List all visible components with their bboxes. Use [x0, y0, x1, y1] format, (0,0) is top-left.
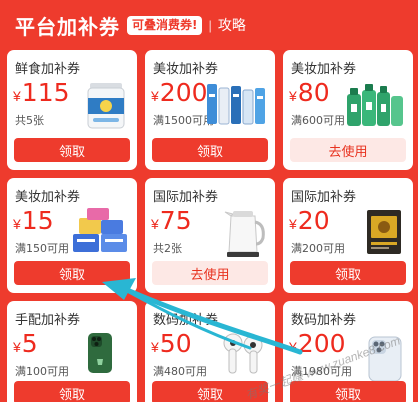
detergent-bottles-icon	[347, 84, 403, 126]
coupon-card: 美妆加补券 ¥ 80 满600可用 去使用	[283, 50, 413, 170]
guide-link[interactable]: 攻略	[218, 15, 246, 35]
coupon-condition: 满150可用	[15, 242, 69, 255]
coupon-title: 美妆加补券	[15, 190, 81, 205]
phone-case-icon	[88, 333, 112, 373]
claim-button[interactable]: 领取	[14, 261, 130, 285]
amount-value: 115	[21, 78, 70, 107]
amount-value: 50	[159, 329, 192, 358]
page-header: 平台加补券 可叠消费券! | 攻略	[0, 0, 418, 50]
coupon-amount: ¥ 15	[13, 206, 54, 235]
amount-value: 15	[21, 206, 54, 235]
stackable-badge: 可叠消费券!	[127, 15, 203, 35]
coupon-card: 美妆加补券 ¥ 15 满150可用 领取	[7, 178, 137, 293]
milk-powder-can-icon	[87, 83, 125, 129]
amount-value: 200	[159, 78, 208, 107]
coupon-title: 数码加补券	[291, 313, 357, 328]
tissue-packs-icon	[73, 208, 127, 252]
coupon-amount: ¥ 75	[151, 206, 192, 235]
coupon-condition: 满100可用	[15, 365, 69, 378]
amount-value: 5	[21, 329, 38, 358]
claim-button[interactable]: 领取	[290, 261, 406, 285]
coupon-card: 国际加补券 ¥ 75 共2张 去使用	[145, 178, 275, 293]
coupon-amount: ¥ 5	[13, 329, 38, 358]
claim-button[interactable]: 领取	[14, 138, 130, 162]
earbuds-icon	[223, 333, 263, 374]
claim-button[interactable]: 领取	[290, 381, 406, 402]
use-now-button[interactable]: 去使用	[152, 261, 268, 285]
amount-value: 80	[297, 78, 330, 107]
coupon-amount: ¥ 50	[151, 329, 192, 358]
supplement-box-icon	[367, 210, 401, 254]
coupon-card: 美妆加补券 ¥ 200 满1500可用 领取	[145, 50, 275, 170]
currency-symbol: ¥	[13, 339, 21, 355]
currency-symbol: ¥	[289, 216, 297, 232]
currency-symbol: ¥	[289, 339, 297, 355]
coupon-card: 国际加补券 ¥ 20 满200可用 领取	[283, 178, 413, 293]
coupon-card: 鲜食加补券 ¥ 115 共5张 领取	[7, 50, 137, 170]
currency-symbol: ¥	[289, 88, 297, 104]
currency-symbol: ¥	[13, 216, 21, 232]
currency-symbol: ¥	[13, 88, 21, 104]
coupon-card: 手配加补券 ¥ 5 满100可用 领取	[7, 301, 137, 402]
claim-button[interactable]: 领取	[152, 138, 268, 162]
header-separator: |	[208, 17, 212, 33]
amount-value: 75	[159, 206, 192, 235]
use-now-button[interactable]: 去使用	[290, 138, 406, 162]
coupon-amount: ¥ 115	[13, 78, 70, 107]
electric-kettle-icon	[224, 211, 265, 257]
coupon-title: 手配加补券	[15, 313, 81, 328]
page-title: 平台加补券	[15, 14, 120, 39]
coupon-condition: 满600可用	[291, 114, 345, 127]
currency-symbol: ¥	[151, 216, 159, 232]
coupon-title: 数码加补券	[153, 313, 219, 328]
coupon-title: 鲜食加补券	[15, 62, 81, 77]
coupon-amount: ¥ 200	[151, 78, 208, 107]
coupon-title: 国际加补券	[153, 190, 219, 205]
currency-symbol: ¥	[151, 339, 159, 355]
coupon-condition: 满200可用	[291, 242, 345, 255]
claim-button[interactable]: 领取	[14, 381, 130, 402]
coupon-title: 国际加补券	[291, 190, 357, 205]
coupon-amount: ¥ 20	[289, 206, 330, 235]
coupon-title: 美妆加补券	[153, 62, 219, 77]
coupon-condition: 满480可用	[153, 365, 207, 378]
amount-value: 20	[297, 206, 330, 235]
currency-symbol: ¥	[151, 88, 159, 104]
coupon-condition: 共5张	[15, 114, 44, 127]
coupon-condition: 共2张	[153, 242, 182, 255]
toothpaste-set-icon	[207, 84, 265, 125]
coupon-title: 美妆加补券	[291, 62, 357, 77]
coupon-amount: ¥ 80	[289, 78, 330, 107]
